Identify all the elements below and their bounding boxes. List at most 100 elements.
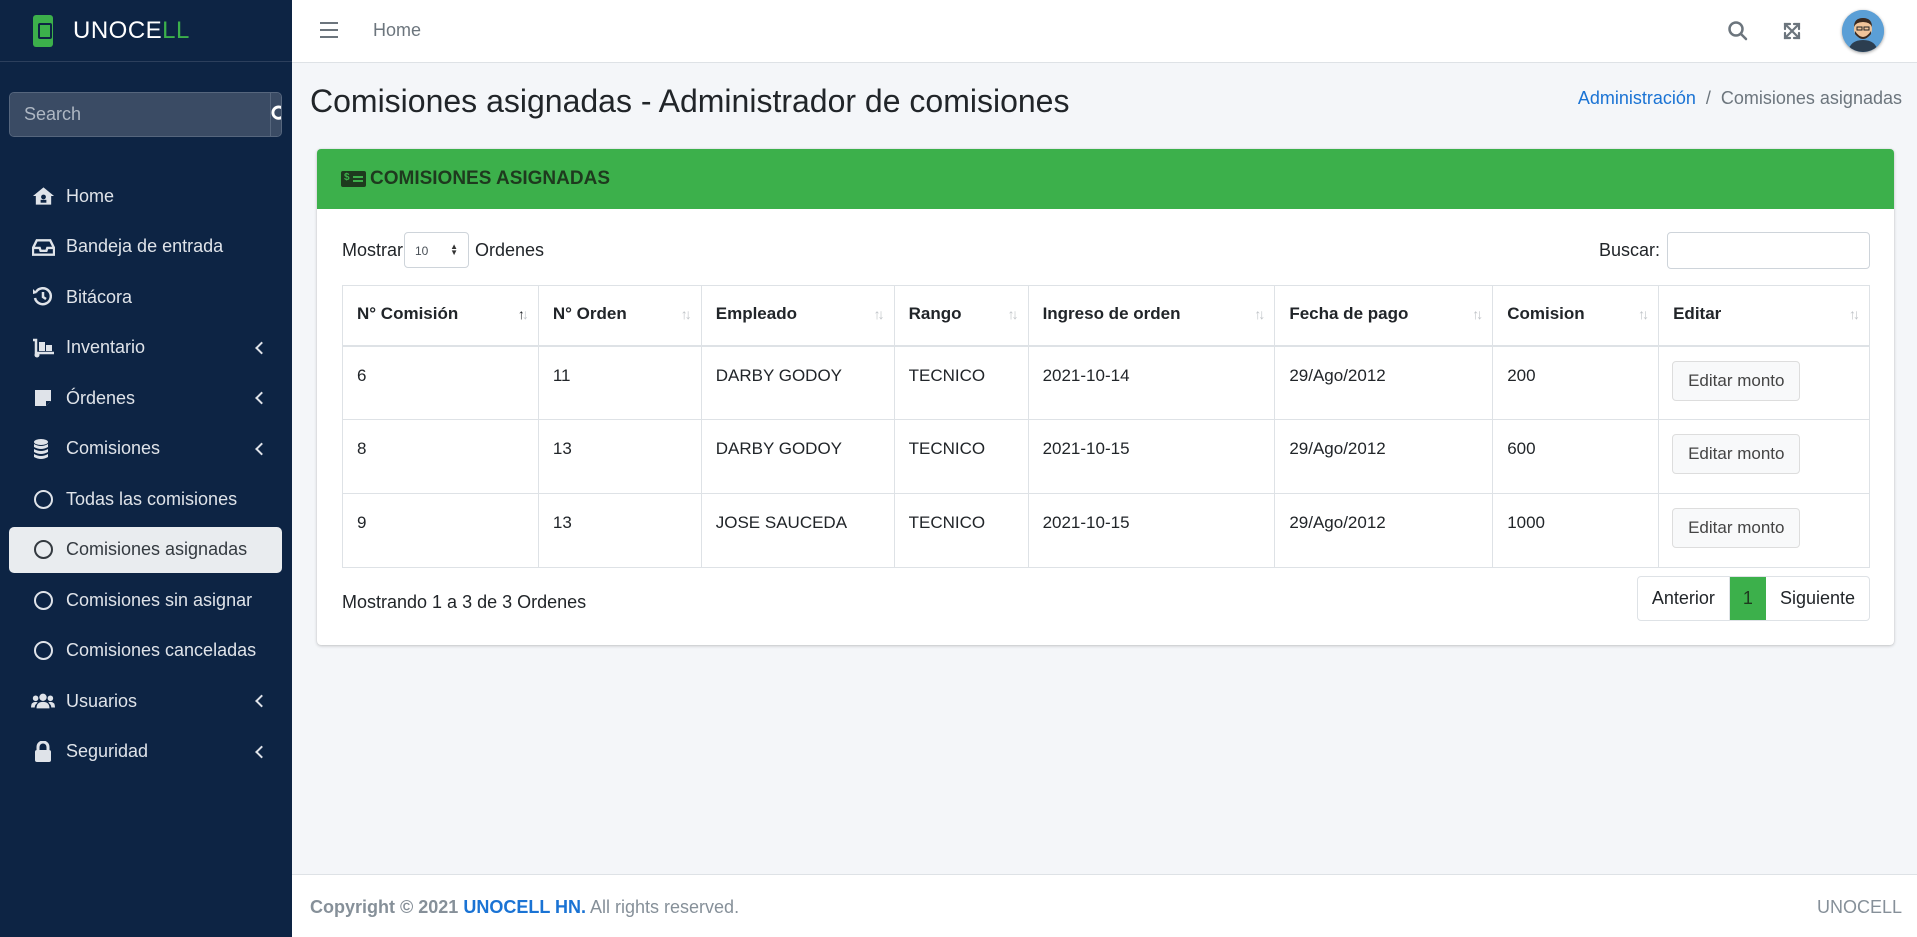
cell-ingreso: 2021-10-15 [1027, 419, 1276, 494]
page-title: Comisiones asignadas - Administrador de … [310, 83, 1070, 119]
sidebar-item-comisiones-asignadas[interactable]: Comisiones asignadas [9, 526, 282, 573]
brand-name: UNOCELL [73, 16, 190, 44]
sidebar-item-label: Órdenes [66, 387, 136, 408]
pagination: Anterior 1 Siguiente [1636, 576, 1870, 621]
column-header-comision-monto[interactable]: Comision ↑↓ [1492, 285, 1660, 347]
sidebar-item-todas-comisiones[interactable]: Todas las comisiones [9, 476, 282, 522]
circle-icon [31, 640, 55, 662]
sidebar-item-comisiones[interactable]: Comisiones [9, 426, 282, 472]
sidebar-item-usuarios[interactable]: Usuarios [9, 678, 282, 724]
table-row: 8 13 DARBY GODOY TECNICO 2021-10-15 29/A… [342, 419, 1870, 494]
sidebar-item-home[interactable]: Home [9, 173, 282, 219]
sort-icon: ↑↓ [1849, 306, 1860, 322]
fullscreen-icon[interactable] [1780, 19, 1804, 43]
cell-rango: TECNICO [893, 419, 1029, 494]
sidebar-item-label: Comisiones canceladas [66, 640, 257, 660]
sidebar-item-comisiones-canceladas[interactable]: Comisiones canceladas [9, 628, 282, 674]
pagination-page-1[interactable]: 1 [1729, 577, 1766, 620]
edit-amount-button[interactable]: Editar monto [1672, 434, 1801, 474]
edit-amount-button[interactable]: Editar monto [1672, 360, 1801, 401]
sidebar-item-label: Comisiones sin asignar [66, 589, 253, 610]
comisiones-table: N° Comisión ↑↓ N° Orden ↑↓ Empleado ↑↓ Rang… [342, 285, 1870, 568]
top-nav-home-link[interactable]: Home [373, 20, 421, 41]
footer: Copyright © 2021 UNOCELL HN. All rights … [292, 874, 1917, 937]
sidebar-item-comisiones-sin-asignar[interactable]: Comisiones sin asignar [9, 577, 282, 623]
cell-fecha-pago: 29/Ago/2012 [1274, 493, 1494, 568]
home-icon [31, 185, 55, 207]
column-header-empleado[interactable]: Empleado ↑↓ [700, 285, 895, 347]
cell-empleado: DARBY GODOY [700, 345, 895, 420]
search-icon[interactable] [1726, 19, 1750, 43]
chevron-left-icon [255, 442, 268, 455]
lock-icon [31, 741, 55, 763]
sidebar-item-label: Comisiones [66, 438, 161, 458]
dolly-icon [31, 337, 55, 359]
sidebar-item-label: Usuarios [66, 690, 138, 711]
table-search-input[interactable] [1667, 232, 1870, 269]
column-header-ingreso[interactable]: Ingreso de orden ↑↓ [1027, 285, 1276, 347]
cell-monto: 600 [1492, 419, 1660, 494]
sidebar-item-bitacora[interactable]: Bitácora [9, 274, 282, 320]
brand[interactable]: UNOCELL [0, 0, 292, 62]
sidebar-search-input[interactable] [10, 93, 270, 136]
cell-empleado: JOSE SAUCEDA [700, 493, 895, 568]
cell-orden: 13 [537, 419, 702, 494]
footer-copyright: Copyright © 2021 UNOCELL HN. All rights … [310, 897, 740, 917]
sidebar-search-button[interactable] [270, 93, 281, 136]
cell-orden: 11 [537, 345, 702, 420]
chevron-left-icon [255, 341, 268, 354]
sidebar: UNOCELL Home Bandeja de entrada Bitácora… [0, 0, 292, 937]
sidebar-item-ordenes[interactable]: Órdenes [9, 375, 282, 421]
sidebar-item-inventario[interactable]: Inventario [9, 325, 282, 371]
sidebar-item-inbox[interactable]: Bandeja de entrada [9, 224, 282, 270]
sort-icon: ↑↓ [680, 306, 692, 322]
sidebar-nav: Home Bandeja de entrada Bitácora Inventa… [9, 173, 282, 779]
sidebar-search [9, 92, 282, 137]
money-bill-icon [341, 171, 366, 187]
cell-empleado: DARBY GODOY [700, 419, 895, 494]
chevron-left-icon [255, 694, 268, 708]
cell-monto: 1000 [1492, 493, 1660, 568]
pagination-next[interactable]: Siguiente [1766, 577, 1869, 620]
user-avatar[interactable] [1842, 10, 1884, 52]
search-label: Buscar: [1598, 240, 1660, 260]
card-title: COMISIONES ASIGNADAS [370, 168, 610, 189]
chevron-left-icon [255, 391, 268, 405]
column-header-rango[interactable]: Rango ↑↓ [893, 285, 1029, 347]
column-header-comision[interactable]: N° Comisión ↑↓ [342, 285, 539, 347]
cell-comision: 9 [342, 493, 539, 568]
orders-label: Ordenes [475, 240, 545, 260]
sidebar-item-label: Bandeja de entrada [66, 236, 224, 256]
column-header-editar[interactable]: Editar ↑↓ [1658, 285, 1870, 347]
column-header-orden[interactable]: N° Orden ↑↓ [537, 285, 702, 347]
menu-toggle-icon[interactable] [320, 22, 338, 38]
footer-brand-link[interactable]: UNOCELL HN. [463, 897, 586, 917]
search-icon [271, 105, 281, 120]
sidebar-item-label: Home [66, 185, 115, 206]
cell-comision: 6 [342, 345, 539, 420]
table-row: 9 13 JOSE SAUCEDA TECNICO 2021-10-15 29/… [342, 493, 1870, 568]
table-row: 6 11 DARBY GODOY TECNICO 2021-10-14 29/A… [342, 345, 1870, 420]
inbox-icon [31, 236, 55, 258]
cell-ingreso: 2021-10-15 [1027, 493, 1276, 568]
cell-fecha-pago: 29/Ago/2012 [1274, 345, 1494, 420]
circle-icon [31, 589, 55, 611]
select-arrows-icon: ▲ ▼ [450, 242, 458, 257]
chevron-left-icon [255, 745, 268, 758]
cell-editar: Editar monto [1658, 493, 1870, 568]
circle-icon [31, 539, 55, 561]
sidebar-item-label: Inventario [66, 337, 146, 357]
sidebar-item-seguridad[interactable]: Seguridad [9, 729, 282, 775]
column-header-fecha-pago[interactable]: Fecha de pago ↑↓ [1274, 285, 1494, 347]
footer-brand: UNOCELL [1816, 897, 1902, 917]
page-size-select[interactable]: 10 ▲ ▼ [404, 232, 469, 268]
pagination-previous[interactable]: Anterior [1638, 577, 1730, 620]
cell-rango: TECNICO [893, 345, 1029, 420]
breadcrumb-link-administracion[interactable]: Administración [1578, 88, 1696, 108]
top-navbar: Home [292, 0, 1917, 63]
edit-amount-button[interactable]: Editar monto [1672, 508, 1801, 548]
cell-orden: 13 [537, 493, 702, 568]
sidebar-item-label: Comisiones asignadas [66, 539, 248, 559]
cell-editar: Editar monto [1658, 419, 1870, 494]
cell-monto: 200 [1492, 345, 1660, 420]
